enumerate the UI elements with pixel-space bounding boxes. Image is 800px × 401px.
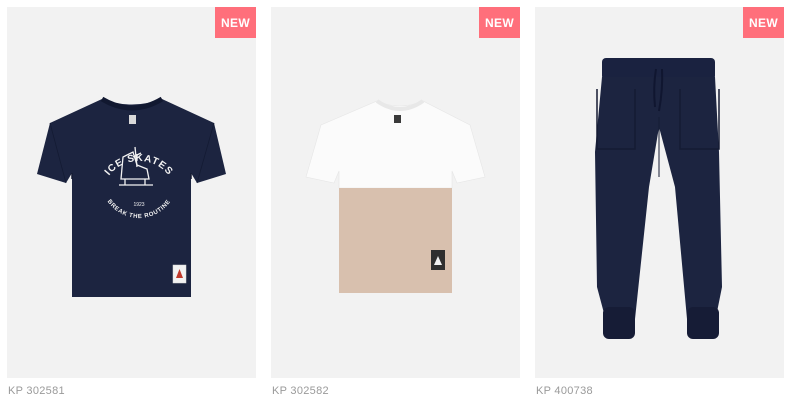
product-card-3[interactable]: NEW: [535, 7, 784, 378]
product-sku: KP 302581: [8, 385, 65, 397]
product-image-colorblock-tshirt[interactable]: [271, 7, 520, 378]
new-badge: NEW: [215, 7, 256, 38]
new-badge: NEW: [743, 7, 784, 38]
product-sku: KP 302582: [272, 385, 329, 397]
product-image-navy-tshirt[interactable]: ICE SKATES BREAK THE ROUTINE 1923: [7, 7, 256, 378]
new-badge: NEW: [479, 7, 520, 38]
product-card-1[interactable]: ICE SKATES BREAK THE ROUTINE 1923 NEW: [7, 7, 256, 378]
product-card-2[interactable]: NEW: [271, 7, 520, 378]
product-image-navy-joggers[interactable]: [535, 7, 784, 378]
print-text-year: 1923: [133, 202, 144, 208]
product-sku: KP 400738: [536, 385, 593, 397]
